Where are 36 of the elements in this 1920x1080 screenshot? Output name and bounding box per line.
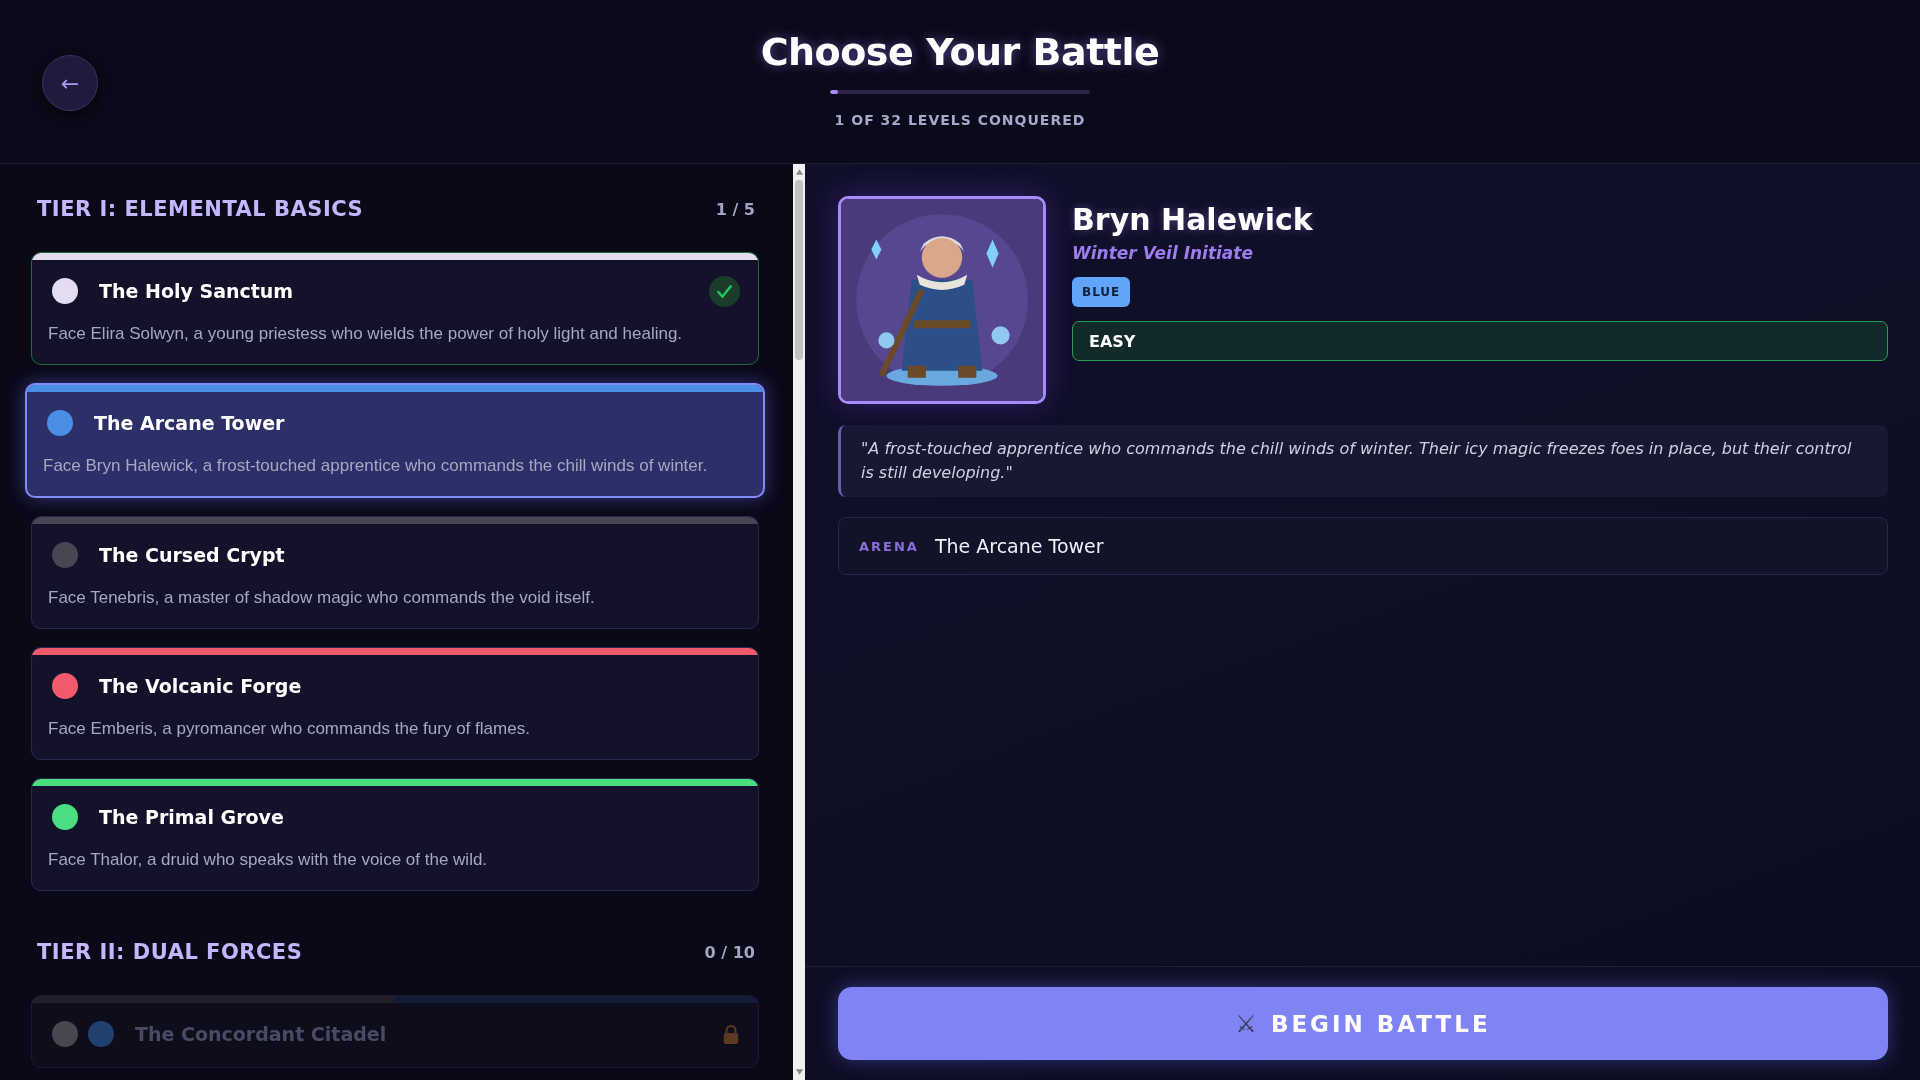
character-name: Bryn Halewick [1072,202,1313,237]
arena-name: The Arcane Tower [934,535,1104,557]
level-card[interactable]: The Arcane Tower Face Bryn Halewick, a frost-touched apprentice who commands the chill winds of winter. [25,383,765,498]
level-name: The Primal Grove [99,806,285,828]
tier-count: 0 / 10 [704,942,755,962]
scrollbar[interactable] [793,164,805,1080]
arena-label: ARENA [859,538,919,554]
level-name: The Concordant Citadel [135,1023,388,1045]
level-card[interactable]: The Volcanic Forge Face Emberis, a pyromancer who commands the fury of flames. [31,647,759,760]
progress-label: 1 OF 32 LEVELS CONQUERED [834,112,1086,128]
level-description: Face Emberis, a pyromancer who commands the fury of flames. [48,718,531,740]
page-title: Choose Your Battle [760,30,1160,74]
character-quote: "A frost-touched apprentice who commands the chill winds of winter. Their icy magic freezes foes in place, but their control is still developing." [838,425,1888,497]
difficulty-bar: EASY [1072,321,1888,361]
level-name: The Volcanic Forge [99,675,303,697]
check-icon [709,275,740,307]
lock-icon [722,1024,740,1044]
level-description: Face Thalor, a druid who speaks with the voice of the wild. [48,849,489,871]
scroll-thumb[interactable] [795,180,803,360]
tier-title: TIER II: DUAL FORCES [37,940,303,964]
level-card[interactable]: The Holy Sanctum Face Elira Solwyn, a young priestess who wields the power of holy light and healing. [31,252,759,365]
tier-title: TIER I: ELEMENTAL BASICS [37,197,364,221]
level-name: The Arcane Tower [94,412,286,434]
level-description: Face Bryn Halewick, a frost-touched apprentice who commands the chill winds of winter. [43,455,709,477]
level-card[interactable]: The Primal Grove Face Thalor, a druid who speaks with the voice of the wild. [31,778,759,891]
level-name: The Cursed Crypt [99,544,286,566]
level-description: Face Tenebris, a master of shadow magic who commands the void itself. [48,587,596,609]
element-tag: BLUE [1072,277,1131,307]
scroll-down-icon[interactable] [794,1068,804,1076]
level-card[interactable]: The Cursed Crypt Face Tenebris, a master of shadow magic who commands the void itself. [31,516,759,629]
scroll-up-icon[interactable] [794,168,804,176]
character-title: Winter Veil Initiate [1072,243,1253,263]
tier-count: 1 / 5 [715,199,755,219]
back-button[interactable]: ← [42,55,98,111]
level-description: Face Elira Solwyn, a young priestess who wields the power of holy light and healing. [48,323,684,345]
level-name: The Holy Sanctum [99,280,295,302]
